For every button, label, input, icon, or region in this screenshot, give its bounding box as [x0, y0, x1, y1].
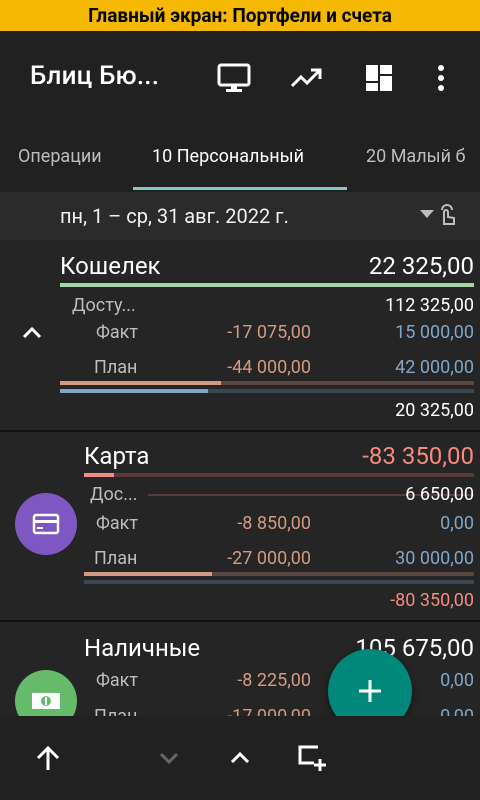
- fact-income: 0,00: [440, 670, 474, 691]
- active-tab-indicator: [133, 187, 347, 190]
- account-color-bar: [84, 473, 474, 477]
- fact-label: Факт: [96, 513, 139, 534]
- available-value: 112 325,00: [385, 295, 474, 316]
- plan-label: План: [94, 548, 138, 569]
- fact-label: Факт: [96, 322, 139, 343]
- chevron-down-icon[interactable]: [151, 740, 187, 776]
- plan-label: План: [94, 706, 137, 716]
- tab-operations[interactable]: Операции: [18, 146, 102, 167]
- account-color-bar: [60, 283, 474, 287]
- plan-label: План: [94, 357, 138, 378]
- fact-spent: -8 225,00: [237, 670, 311, 691]
- account-name: Карта: [84, 442, 150, 470]
- spent-progress-fill: [60, 381, 221, 385]
- account-total: 22 325,00: [368, 252, 474, 280]
- account-card-wallet[interactable]: Кошелек 22 325,00 Досту... 112 325,00 Фа…: [0, 240, 480, 430]
- fact-income: 15 000,00: [395, 322, 474, 343]
- date-range-label: пн, 1 – ср, 31 авг. 2022 г.: [60, 204, 289, 228]
- plan-spent: -27 000,00: [227, 548, 311, 569]
- available-label: Дос...: [90, 484, 138, 505]
- balance-value: 20 325,00: [395, 400, 474, 421]
- plan-spent: -44 000,00: [227, 357, 311, 378]
- app-title: Блиц Бю...: [30, 61, 160, 91]
- balance-value: -80 350,00: [390, 590, 474, 611]
- account-name: Кошелек: [60, 252, 161, 280]
- plan-income: 30 000,00: [395, 548, 474, 569]
- account-total: -83 350,00: [362, 442, 474, 470]
- trending-up-icon[interactable]: [289, 61, 323, 95]
- fact-label: Факт: [96, 670, 139, 691]
- add-to-queue-icon[interactable]: [294, 740, 330, 776]
- tab-personal[interactable]: 10 Персональный: [152, 146, 304, 167]
- portfolio-tabs: Операции 10 Персональный 20 Малый б: [0, 126, 480, 192]
- collapse-chevron-icon[interactable]: [22, 324, 42, 343]
- screen-caption-banner: Главный экран: Портфели и счета: [0, 0, 480, 31]
- plan-income: 0,00: [440, 706, 474, 716]
- app-bar: Блиц Бю...: [0, 31, 480, 126]
- account-name: Наличные: [84, 634, 201, 662]
- fact-income: 0,00: [440, 513, 474, 534]
- dashboard-icon[interactable]: [362, 61, 396, 95]
- chevron-up-icon[interactable]: [222, 740, 258, 776]
- spent-progress-fill: [84, 572, 212, 576]
- available-label: Досту...: [72, 295, 136, 316]
- account-color-bar-fill: [84, 473, 114, 477]
- account-card-card[interactable]: Карта -83 350,00 Дос... 6 650,00 Факт -8…: [0, 432, 480, 620]
- date-range-bar[interactable]: пн, 1 – ср, 31 авг. 2022 г.: [0, 192, 480, 240]
- plan-spent: -17 000,00: [227, 706, 311, 716]
- income-progress-track: [84, 580, 474, 584]
- fact-spent: -17 075,00: [227, 322, 311, 343]
- available-value: 6 650,00: [405, 484, 474, 505]
- filter-touch-icon[interactable]: [418, 204, 460, 232]
- plan-income: 42 000,00: [395, 357, 474, 378]
- cash-icon: [15, 670, 77, 716]
- bottom-toolbar: [0, 716, 480, 800]
- tab-small-business[interactable]: 20 Малый б: [366, 146, 465, 167]
- monitor-icon[interactable]: [217, 61, 251, 95]
- fact-spent: -8 850,00: [237, 513, 311, 534]
- income-progress-fill: [60, 389, 208, 393]
- credit-card-icon: [15, 493, 77, 555]
- more-vert-icon[interactable]: [424, 61, 458, 95]
- add-icon: [359, 680, 381, 702]
- arrow-up-icon[interactable]: [30, 740, 66, 776]
